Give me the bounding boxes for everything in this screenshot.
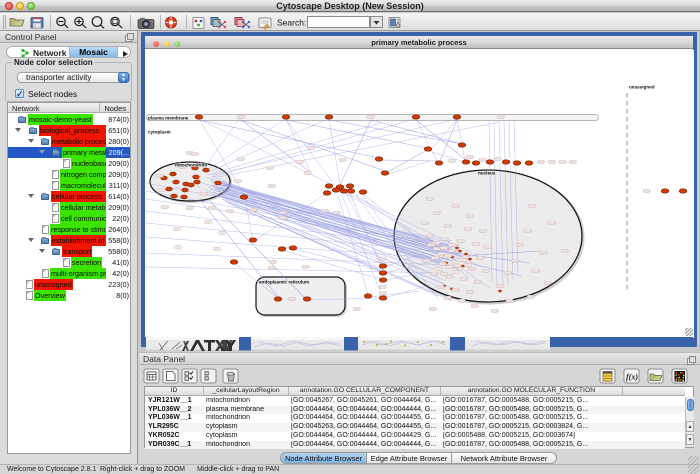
- svg-text:nucleus: nucleus: [478, 171, 496, 176]
- svg-text:f(x): f(x): [626, 373, 638, 382]
- svg-text:mitochondrion: mitochondrion: [175, 163, 207, 168]
- svg-text:unassigned: unassigned: [629, 85, 655, 90]
- svg-text:Search:: Search:: [277, 18, 306, 28]
- svg-text:cytoplasm: cytoplasm: [148, 130, 171, 135]
- svg-text:endoplasmic reticulum: endoplasmic reticulum: [259, 280, 309, 285]
- svg-text:plasma membrane: plasma membrane: [148, 115, 189, 120]
